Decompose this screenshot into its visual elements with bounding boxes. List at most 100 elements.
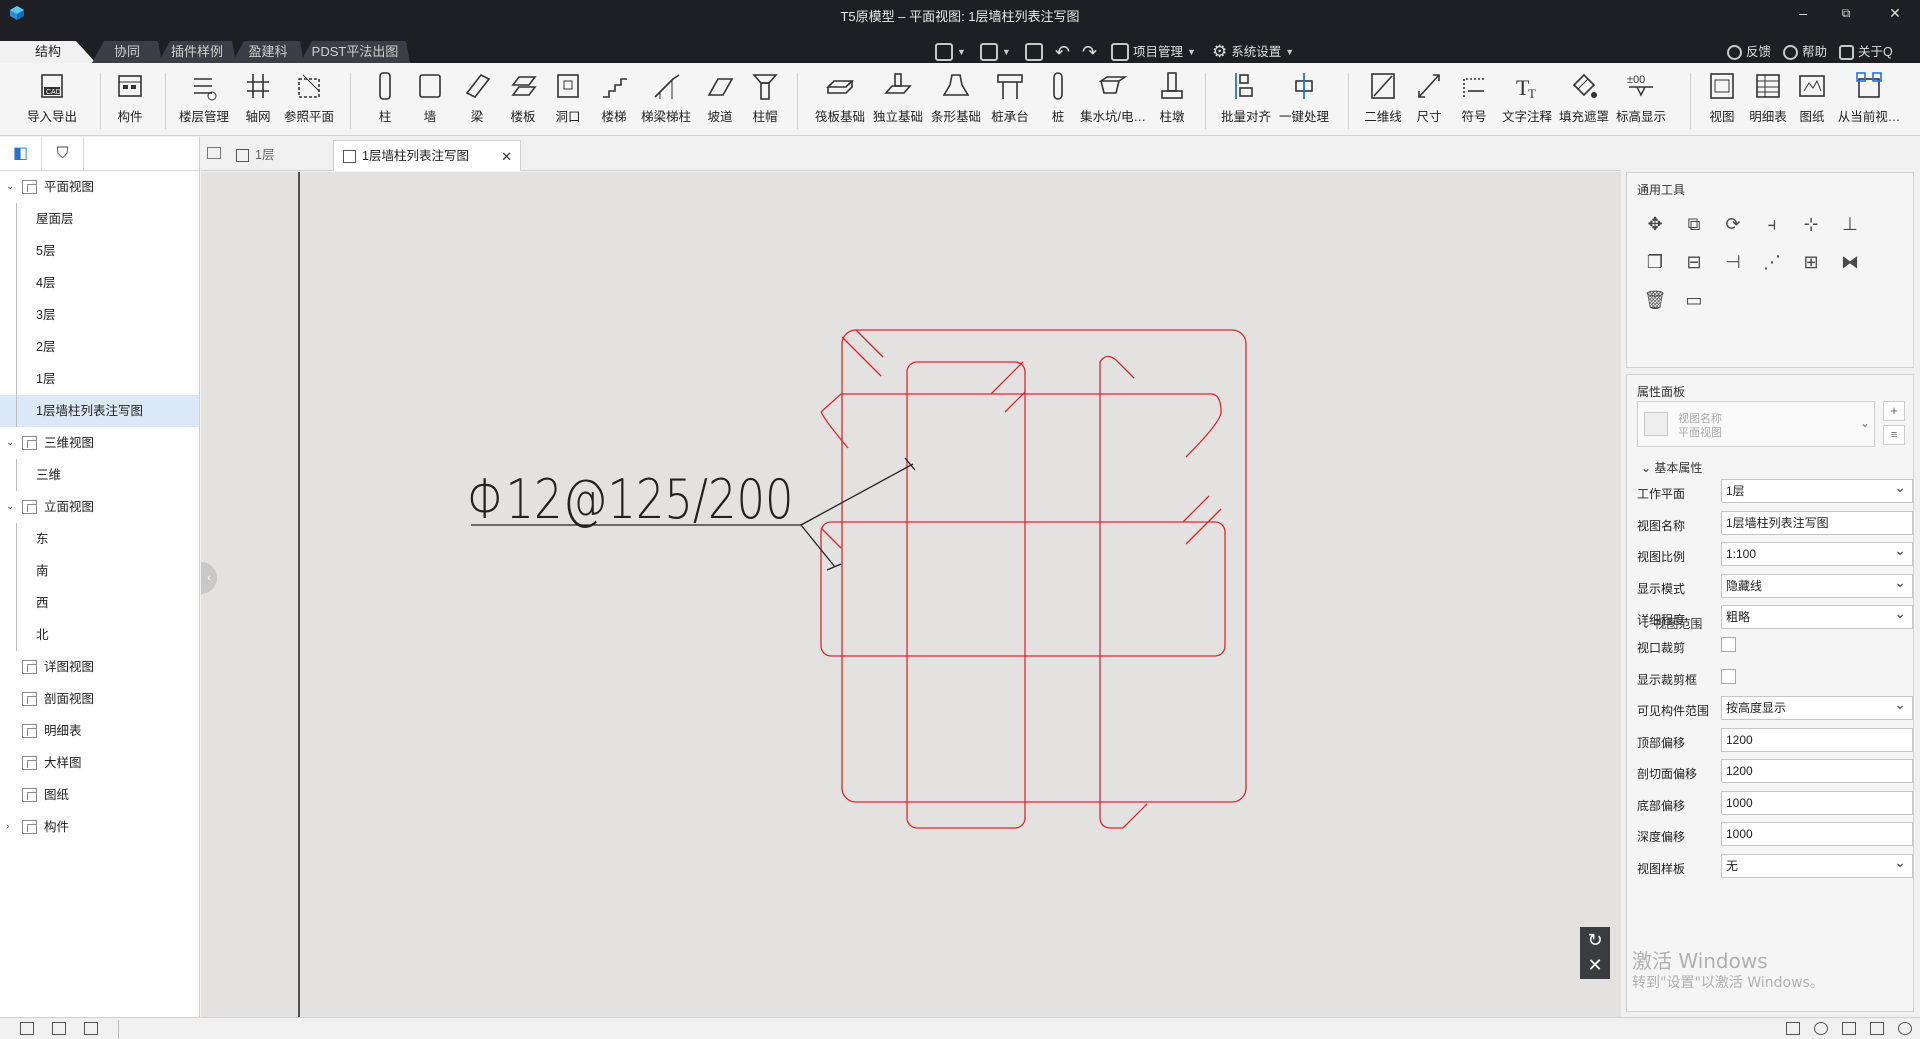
add-icon[interactable]: + <box>1883 401 1905 421</box>
pile-cap-button[interactable]: 桩承台 <box>985 71 1035 131</box>
group-icon[interactable]: ⊞ <box>1797 248 1825 276</box>
display-icon[interactable] <box>1870 1022 1884 1035</box>
list-icon[interactable]: ≡ <box>1883 425 1905 445</box>
cascade-view-icon[interactable] <box>84 1022 98 1035</box>
outer-stirrup[interactable] <box>841 329 1247 803</box>
minimize-button[interactable]: – <box>1793 4 1813 22</box>
slab-button[interactable]: 楼板 <box>503 71 543 131</box>
type-selector[interactable]: 视图名称 平面视图 ⌄ <box>1637 401 1875 447</box>
measure-icon[interactable]: ▭ <box>1680 286 1708 314</box>
trim-icon[interactable]: ⊥ <box>1836 210 1864 238</box>
tree-item[interactable]: 5层 <box>0 235 199 267</box>
symbol-button[interactable]: 符号 <box>1455 71 1493 131</box>
move-icon[interactable]: ✥ <box>1641 210 1669 238</box>
drawing-canvas[interactable]: Φ12@125/200 <box>201 172 1621 1017</box>
tab-list-icon[interactable] <box>207 147 221 159</box>
text-note-button[interactable]: TT 文字注释 <box>1500 71 1554 131</box>
tab-collaboration[interactable]: 协同 <box>92 41 162 63</box>
hook[interactable] <box>820 411 849 449</box>
rebar-drawing[interactable]: Φ12@125/200 <box>201 172 1621 1017</box>
tree-item[interactable]: 图纸 <box>0 779 199 811</box>
about-icon[interactable] <box>1839 44 1855 60</box>
crop-icon[interactable] <box>1842 1022 1856 1035</box>
refresh-icon[interactable]: ↻ <box>1580 927 1610 953</box>
doc-tab-1f[interactable]: 1层 <box>227 140 327 171</box>
browser-panel-icon[interactable]: ◧ <box>0 137 42 171</box>
feedback-link[interactable]: 反馈 <box>1746 41 1771 63</box>
doc-tab-wall-column-plan[interactable]: 1层墙柱列表注写图 ✕ <box>333 140 521 171</box>
close-window-button[interactable]: ✕ <box>1885 4 1905 22</box>
chevron-down-icon[interactable]: ▼ <box>957 41 966 63</box>
tree-item[interactable]: 3层 <box>0 299 199 331</box>
group-basic-properties[interactable]: ⌄ 基本属性 <box>1641 459 1702 476</box>
fill-mask-button[interactable]: 填充遮罩 <box>1557 71 1611 131</box>
inner-stirrup-left[interactable] <box>906 361 1026 829</box>
hook[interactable] <box>820 527 842 549</box>
view-button[interactable]: 视图 <box>1703 71 1741 131</box>
tree-item[interactable]: 北 <box>0 619 199 651</box>
component-button[interactable]: 构件 <box>110 71 150 131</box>
property-dropdown[interactable]: 1:100 <box>1721 539 1913 566</box>
mirror-icon[interactable]: ⧓ <box>1836 248 1864 276</box>
property-input[interactable]: 1200 <box>1721 759 1913 783</box>
from-current-view-button[interactable]: 从当前视… <box>1836 71 1902 131</box>
offset-icon[interactable]: ⊟ <box>1680 248 1708 276</box>
property-dropdown[interactable]: 隐藏线 <box>1721 571 1913 598</box>
beam-button[interactable]: 梁 <box>457 71 497 131</box>
floor-mgmt-button[interactable]: 楼层管理 <box>178 71 230 131</box>
chevron-down-icon[interactable]: ▼ <box>1187 41 1196 63</box>
zoom-icon[interactable] <box>1898 1022 1912 1035</box>
tab-yjk[interactable]: 盈建科 <box>232 41 304 63</box>
chevron-down-icon[interactable]: ⌄ <box>6 491 14 523</box>
system-settings-button[interactable]: 系统设置 <box>1231 41 1281 63</box>
inner-stirrup-right[interactable] <box>1099 362 1148 829</box>
tree-item[interactable]: 大样图 <box>0 747 199 779</box>
hook[interactable] <box>1099 355 1135 379</box>
tree-item[interactable]: 2层 <box>0 331 199 363</box>
tree-item[interactable]: 1层 <box>0 363 199 395</box>
stair-beam-col-button[interactable]: 梯梁梯柱 <box>638 71 694 131</box>
property-checkbox[interactable] <box>1721 668 1736 684</box>
raft-foundation-button[interactable]: 筏板基础 <box>812 71 868 131</box>
rebar-shapes[interactable] <box>820 329 1247 829</box>
tab-pdst[interactable]: PDST平法出图 <box>300 41 410 63</box>
project-mgmt-icon[interactable] <box>1111 43 1130 61</box>
property-input[interactable]: 1层墙柱列表注写图 <box>1721 510 1913 535</box>
property-input[interactable]: 1200 <box>1721 727 1913 752</box>
elevation-display-button[interactable]: ±00 标高显示 <box>1614 71 1668 131</box>
rotate-icon[interactable]: ⟳ <box>1719 210 1747 238</box>
property-dropdown[interactable]: 粗略 <box>1721 602 1913 629</box>
tab-structure[interactable]: 结构 <box>0 41 96 63</box>
grid-view-icon[interactable] <box>20 1022 34 1035</box>
chevron-down-icon[interactable]: ▼ <box>1285 41 1294 63</box>
tree-item[interactable]: 屋面层 <box>0 203 199 235</box>
stair-button[interactable]: 楼梯 <box>594 71 634 131</box>
drawing-button[interactable]: 图纸 <box>1793 71 1831 131</box>
rebar-annotation-text[interactable]: Φ12@125/200 <box>467 468 794 531</box>
tree-item[interactable]: 1层墙柱列表注写图 <box>0 395 199 427</box>
tree-item[interactable]: 4层 <box>0 267 199 299</box>
property-dropdown[interactable]: 按高度显示 <box>1721 693 1913 720</box>
tree-item[interactable]: 东 <box>0 523 199 555</box>
wall-button[interactable]: 墙 <box>410 71 450 131</box>
about-link[interactable]: 关于Q <box>1858 41 1893 63</box>
redo-icon[interactable]: ↷ <box>1082 41 1097 63</box>
split-icon[interactable]: ⊹ <box>1797 210 1825 238</box>
array-icon[interactable]: ⋰ <box>1758 248 1786 276</box>
align-left-icon[interactable]: ⫞ <box>1758 210 1786 238</box>
sump-pit-button[interactable]: 集水坑/电… <box>1080 71 1146 131</box>
close-icon[interactable]: ✕ <box>1580 953 1610 979</box>
hook[interactable] <box>1004 391 1026 413</box>
export-icon[interactable] <box>979 43 998 61</box>
hook[interactable] <box>855 329 884 358</box>
hook[interactable] <box>990 361 1024 395</box>
ref-plane-button[interactable]: 参照平面 <box>283 71 335 131</box>
schedule-button[interactable]: 明细表 <box>1745 71 1791 131</box>
tree-item[interactable]: 三维 <box>0 459 199 491</box>
pile-button[interactable]: 桩 <box>1040 71 1076 131</box>
chevron-down-icon[interactable]: ⌄ <box>6 171 14 203</box>
undo-icon[interactable]: ↶ <box>1055 41 1070 63</box>
new-file-icon[interactable] <box>935 43 953 61</box>
ramp-button[interactable]: 坡道 <box>700 71 740 131</box>
dimension-button[interactable]: 尺寸 <box>1410 71 1448 131</box>
